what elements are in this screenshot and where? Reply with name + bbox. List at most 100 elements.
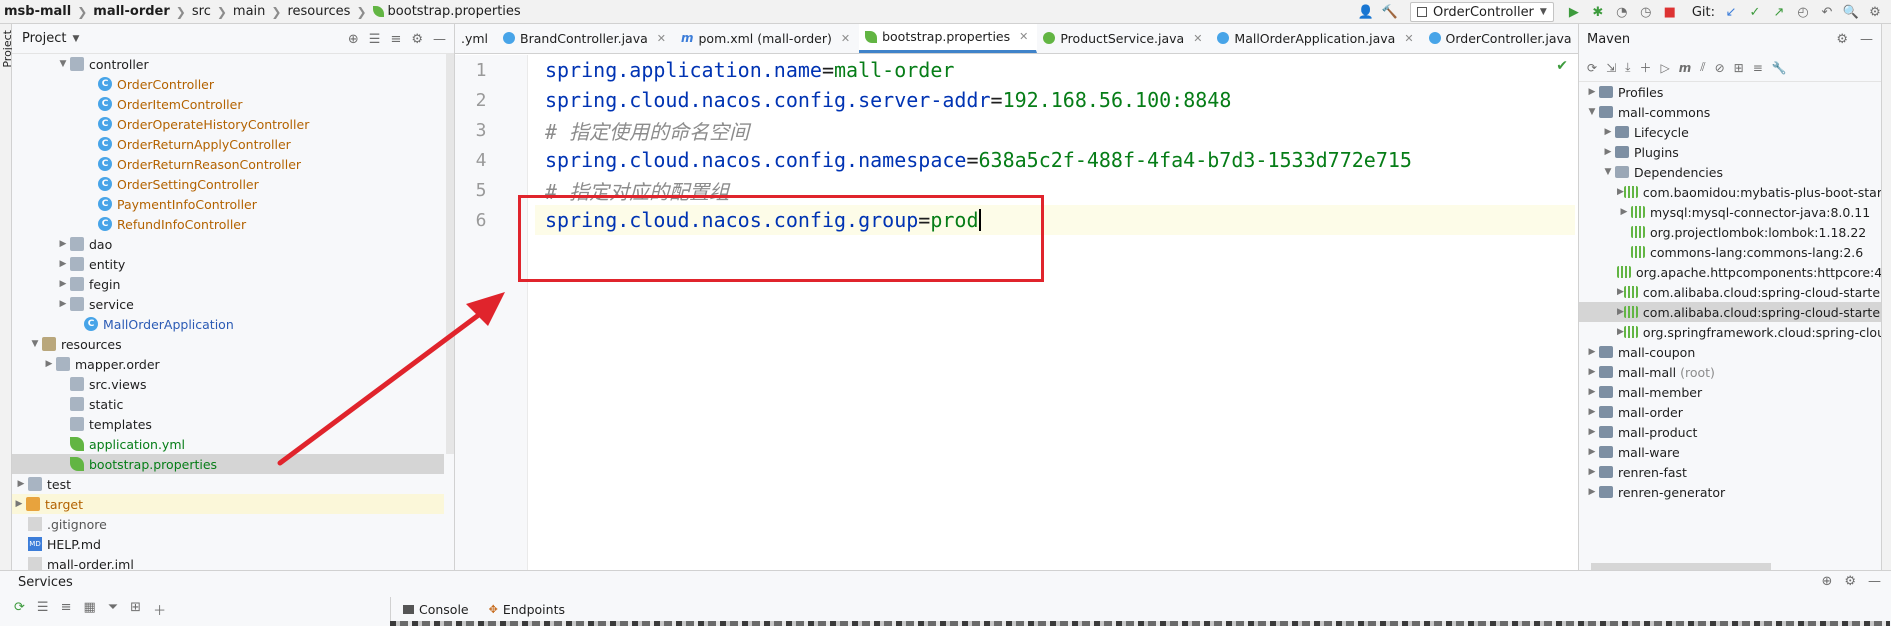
editor-tab[interactable]: .yml <box>455 24 497 53</box>
code-line[interactable]: spring.application.name = mall-order <box>535 55 1575 85</box>
chevron-right-icon[interactable]: ▶ <box>1585 447 1599 457</box>
breadcrumb-item-src[interactable]: src <box>192 4 211 19</box>
maven-tree-row[interactable]: ▶ mysql:mysql-connector-java:8.0.11 <box>1579 202 1882 222</box>
chevron-down-icon[interactable]: ▼ <box>56 59 70 69</box>
rollback-icon[interactable]: ↶ <box>1817 2 1837 22</box>
toggle-offline-icon[interactable]: ⫽ <box>1700 60 1705 75</box>
profile-icon[interactable]: ◷ <box>1636 2 1656 22</box>
tree-row[interactable]: ▶ service <box>12 294 444 314</box>
maven-tree-row[interactable]: ▼ Dependencies <box>1579 162 1882 182</box>
chevron-right-icon[interactable]: ▶ <box>1585 467 1599 477</box>
tree-row[interactable]: C OrderController <box>12 74 444 94</box>
breadcrumb-item-file[interactable]: bootstrap.properties <box>388 4 521 19</box>
history-icon[interactable]: ◴ <box>1793 2 1813 22</box>
tree-row[interactable]: C MallOrderApplication <box>12 314 444 334</box>
chevron-down-icon[interactable]: ▼ <box>28 339 42 349</box>
coverage-icon[interactable]: ◔ <box>1612 2 1632 22</box>
editor-tab[interactable]: bootstrap.properties ✕ <box>859 24 1038 53</box>
locate-icon[interactable]: ⊕ <box>348 32 359 47</box>
tree-row[interactable]: templates <box>12 414 444 434</box>
tree-row[interactable]: C OrderReturnReasonController <box>12 154 444 174</box>
expand-all-icon[interactable]: ☰ <box>369 32 381 47</box>
tree-row[interactable]: ▶ dao <box>12 234 444 254</box>
collapse-all-icon[interactable]: ≡ <box>1753 61 1763 75</box>
chevron-right-icon[interactable]: ▶ <box>1601 127 1615 137</box>
tree-row[interactable]: ▼ resources <box>12 334 444 354</box>
code-line[interactable]: spring.cloud.nacos.config.namespace = 638a… <box>535 145 1575 175</box>
chevron-down-icon[interactable]: ▼ <box>72 34 79 44</box>
chevron-right-icon[interactable]: ▶ <box>1585 347 1599 357</box>
expand-all-icon[interactable]: ☰ <box>37 600 49 619</box>
tree-row[interactable]: bootstrap.properties <box>12 454 444 474</box>
maven-tree-row[interactable]: ▶ com.alibaba.cloud:spring-cloud-starter- <box>1579 282 1889 302</box>
chevron-right-icon[interactable]: ▶ <box>1585 487 1599 497</box>
project-panel-title[interactable]: Project <box>22 31 66 46</box>
maven-tree-row[interactable]: ▶ mall-product <box>1579 422 1882 442</box>
maven-tree-row[interactable]: ▶ mall-ware <box>1579 442 1882 462</box>
tree-row[interactable]: C OrderOperateHistoryController <box>12 114 444 134</box>
maven-tree-row[interactable]: ▶ Plugins <box>1579 142 1882 162</box>
code-line[interactable]: # 指定使用的命名空间 <box>535 115 1575 145</box>
tree-row[interactable]: C OrderSettingController <box>12 174 444 194</box>
chevron-right-icon[interactable]: ▶ <box>42 359 56 369</box>
editor-tab[interactable]: OrderController.java✕ <box>1423 24 1578 53</box>
chevron-right-icon[interactable]: ▶ <box>1585 367 1599 377</box>
chevron-right-icon[interactable]: ▶ <box>14 479 28 489</box>
close-icon[interactable]: ✕ <box>1019 30 1028 43</box>
maven-tree-row[interactable]: ▶ renren-generator <box>1579 482 1882 502</box>
debug-icon[interactable]: ✱ <box>1588 2 1608 22</box>
maven-tree-row[interactable]: ▶ mall-member <box>1579 382 1882 402</box>
code-line[interactable]: spring.cloud.nacos.config.server-addr = 19… <box>535 85 1575 115</box>
skip-tests-icon[interactable]: ⊘ <box>1715 61 1725 75</box>
collapse-all-icon[interactable]: ≡ <box>61 600 72 619</box>
editor-tab[interactable]: m pom.xml (mall-order) ✕ <box>675 24 859 53</box>
breadcrumb-item-module[interactable]: mall-order <box>93 4 170 19</box>
show-dependencies-icon[interactable]: ⊞ <box>1734 61 1744 75</box>
chevron-right-icon[interactable]: ▶ <box>1617 207 1631 217</box>
close-icon[interactable]: ✕ <box>657 32 666 45</box>
chevron-right-icon[interactable]: ▶ <box>1617 287 1624 297</box>
close-icon[interactable]: ✕ <box>841 32 850 45</box>
chevron-down-icon[interactable]: ▼ <box>1585 107 1599 117</box>
services-title[interactable]: Services <box>18 575 73 590</box>
git-commit-icon[interactable]: ✓ <box>1745 2 1765 22</box>
chevron-right-icon[interactable]: ▶ <box>1601 147 1615 157</box>
chevron-right-icon[interactable]: ▶ <box>56 239 70 249</box>
filter-icon[interactable]: ⏷ <box>108 600 118 619</box>
chevron-right-icon[interactable]: ▶ <box>56 299 70 309</box>
maven-panel-title[interactable]: Maven <box>1587 32 1630 47</box>
tree-row[interactable]: ▶ fegin <box>12 274 444 294</box>
tree-row[interactable]: ▶ target <box>12 494 444 514</box>
chevron-right-icon[interactable]: ▶ <box>12 499 26 509</box>
user-icon[interactable]: 👤 <box>1356 2 1376 22</box>
gear-icon[interactable]: ⚙ <box>1865 2 1885 22</box>
chevron-right-icon[interactable]: ▶ <box>56 259 70 269</box>
tab-endpoints[interactable]: ✥ Endpoints <box>489 602 565 617</box>
build-hammer-icon[interactable]: 🔨 <box>1380 2 1400 22</box>
gear-icon[interactable]: ⚙ <box>411 32 423 47</box>
chevron-down-icon[interactable]: ▼ <box>1601 167 1615 177</box>
inspection-ok-icon[interactable]: ✔ <box>1556 58 1568 74</box>
wrench-icon[interactable]: 🔧 <box>1772 61 1787 75</box>
tree-row[interactable]: mall-order.iml <box>12 554 444 570</box>
add-icon[interactable]: ＋ <box>1639 59 1651 76</box>
chevron-right-icon[interactable]: ▶ <box>1585 427 1599 437</box>
maven-tree-row[interactable]: ▶ mall-mall (root) <box>1579 362 1882 382</box>
tree-row[interactable]: ▶ mapper.order <box>12 354 444 374</box>
git-update-icon[interactable]: ↙ <box>1721 2 1741 22</box>
add-icon[interactable]: ＋ <box>153 600 166 619</box>
chevron-right-icon[interactable]: ▶ <box>1585 387 1599 397</box>
chevron-right-icon[interactable]: ▶ <box>1617 307 1624 317</box>
refresh-icon[interactable]: ⟳ <box>14 600 25 619</box>
git-push-icon[interactable]: ↗ <box>1769 2 1789 22</box>
hide-icon[interactable]: — <box>433 32 446 47</box>
maven-tree-row[interactable]: ▶ Profiles <box>1579 82 1882 102</box>
maven-tree-row[interactable]: ▶ mall-coupon <box>1579 342 1882 362</box>
stop-icon[interactable]: ■ <box>1660 2 1680 22</box>
tree-row[interactable]: C OrderReturnApplyController <box>12 134 444 154</box>
chevron-right-icon[interactable]: ▶ <box>1585 87 1599 97</box>
chevron-right-icon[interactable]: ▶ <box>1585 407 1599 417</box>
tree-row[interactable]: application.yml <box>12 434 444 454</box>
maven-tree-row[interactable]: commons-lang:commons-lang:2.6 <box>1579 242 1882 262</box>
tree-row[interactable]: .gitignore <box>12 514 444 534</box>
